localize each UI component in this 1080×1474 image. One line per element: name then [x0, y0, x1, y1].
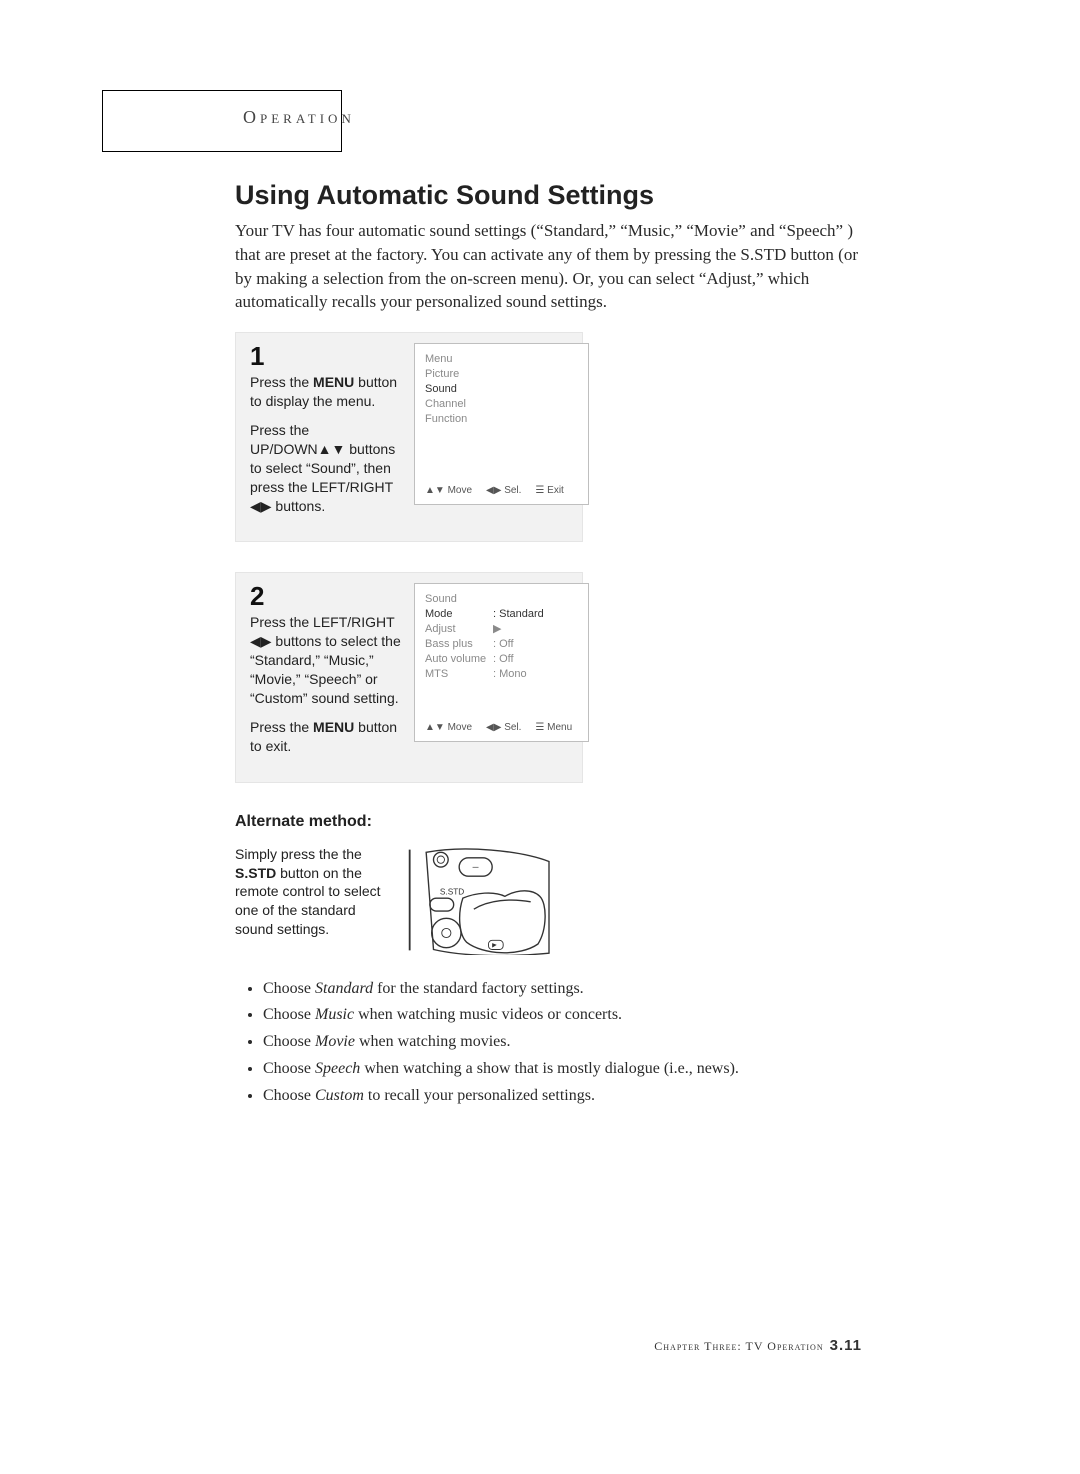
alternate-method-block: Simply press the the S.STD button on the… — [235, 845, 865, 955]
footer-page-number: 3.11 — [830, 1337, 862, 1354]
step-1-block: 1 Press the MENU button to display the m… — [235, 332, 583, 542]
sstd-label: S.STD — [440, 887, 464, 896]
intro-paragraph: Your TV has four automatic sound setting… — [235, 219, 865, 314]
osd-menu-1: Menu Picture Sound Channel Function ▲▼ M… — [414, 343, 589, 505]
step-2-number: 2 — [250, 583, 405, 609]
step-1-line1: Press the MENU button to display the men… — [250, 373, 405, 411]
page-footer: Chapter Three: TV Operation 3.11 — [654, 1337, 862, 1354]
osd-menu-2: Sound Mode : Standard Adjust ▶ Bass plus… — [414, 583, 589, 742]
osd1-move: ▲▼ Move — [425, 484, 472, 498]
footer-chapter: Chapter Three: TV Operation — [654, 1339, 823, 1353]
mode-item-standard: Choose Standard for the standard factory… — [263, 977, 865, 1002]
osd2-footer: ▲▼ Move ◀▶ Sel. ☰ Menu — [425, 721, 578, 735]
osd2-title: Sound — [425, 592, 578, 607]
step-2-text: 2 Press the LEFT/RIGHT ◀▶ buttons to sel… — [250, 587, 405, 765]
osd1-item-0: Picture — [425, 367, 578, 382]
osd2-row-2: Bass plus : Off — [425, 637, 578, 652]
osd2-row-1: Adjust ▶ — [425, 622, 578, 637]
alternate-method-heading: Alternate method: — [235, 813, 865, 831]
osd1-title: Menu — [425, 352, 578, 367]
step-2: 2 Press the LEFT/RIGHT ◀▶ buttons to sel… — [235, 572, 865, 782]
osd1-sel: ◀▶ Sel. — [486, 484, 521, 498]
osd1-footer: ▲▼ Move ◀▶ Sel. ☰ Exit — [425, 484, 578, 498]
content-column: Operation Using Automatic Sound Settings… — [235, 90, 865, 1111]
osd2-sel: ◀▶ Sel. — [486, 721, 521, 735]
step-2-line1: Press the LEFT/RIGHT ◀▶ buttons to selec… — [250, 613, 405, 707]
page-title: Using Automatic Sound Settings — [235, 180, 865, 211]
step-2-line2: Press the MENU button to exit. — [250, 718, 405, 756]
section-header-box: Operation — [102, 90, 342, 152]
section-header: Operation — [243, 107, 355, 128]
osd2-move: ▲▼ Move — [425, 721, 472, 735]
mode-item-speech: Choose Speech when watching a show that … — [263, 1057, 865, 1082]
mode-list: Choose Standard for the standard factory… — [245, 977, 865, 1109]
osd1-item-3: Function — [425, 412, 578, 427]
osd1-exit: ☰ Exit — [535, 484, 563, 498]
osd2-row-0: Mode : Standard — [425, 607, 578, 622]
osd1-item-2: Channel — [425, 397, 578, 412]
step-1-number: 1 — [250, 343, 405, 369]
osd1-item-1: Sound — [425, 382, 578, 397]
step-2-block: 2 Press the LEFT/RIGHT ◀▶ buttons to sel… — [235, 572, 583, 782]
osd2-menu: ☰ Menu — [535, 721, 572, 735]
step-1-line2: Press the UP/DOWN▲▼ buttons to select “S… — [250, 421, 405, 515]
svg-text:−: − — [472, 860, 479, 874]
remote-illustration: − S.STD — [408, 845, 558, 955]
mode-item-custom: Choose Custom to recall your personalize… — [263, 1084, 865, 1109]
osd2-row-3: Auto volume : Off — [425, 652, 578, 667]
step-1: 1 Press the MENU button to display the m… — [235, 332, 865, 542]
page: Operation Using Automatic Sound Settings… — [0, 0, 1080, 1474]
osd2-row-4: MTS : Mono — [425, 667, 578, 682]
mode-item-music: Choose Music when watching music videos … — [263, 1003, 865, 1028]
mode-item-movie: Choose Movie when watching movies. — [263, 1030, 865, 1055]
alternate-method-text: Simply press the the S.STD button on the… — [235, 845, 390, 939]
step-1-text: 1 Press the MENU button to display the m… — [250, 347, 405, 525]
